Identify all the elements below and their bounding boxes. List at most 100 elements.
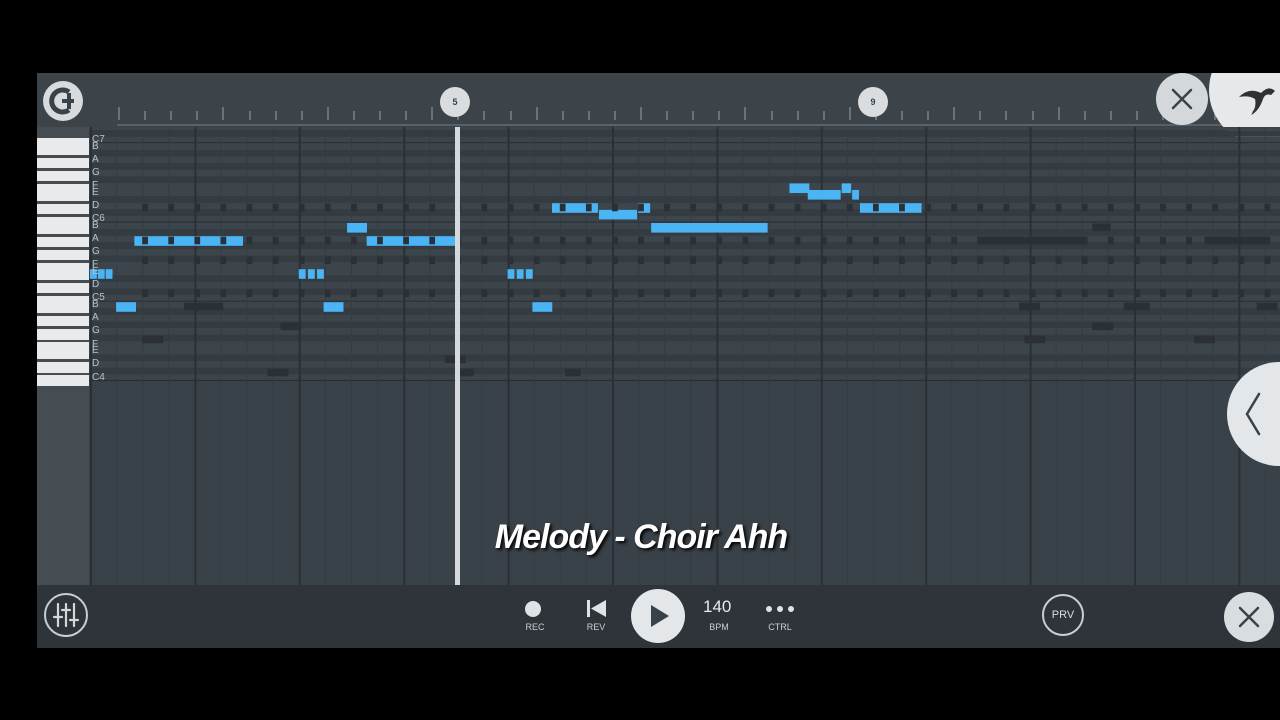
piano-key-white[interactable] [37,236,89,248]
note-9[interactable] [347,223,367,233]
piano-key-white[interactable] [37,190,89,202]
bar-line [1029,127,1032,585]
ghost-note-57 [507,236,514,245]
ghost-note-178 [142,335,164,344]
ghost-note-90 [716,256,723,265]
note-12[interactable] [516,269,524,279]
note-6[interactable] [307,269,315,279]
ghost-note-154 [1134,256,1140,265]
note-8[interactable] [323,302,344,312]
rewind-button[interactable]: REV [576,595,616,635]
timeline-ruler[interactable]: 5 9 [37,73,1280,145]
close-bottom-button[interactable] [1224,592,1274,642]
piano-key-white[interactable] [37,315,89,327]
piano-key-white[interactable] [37,375,89,386]
ghost-note-130 [977,256,984,265]
ruler-tick [1031,111,1034,120]
bar-marker-5[interactable]: 5 [440,87,470,117]
bar-marker-9[interactable]: 9 [858,87,888,117]
playhead[interactable] [455,127,460,585]
piano-key-white[interactable] [37,203,89,215]
ghost-note-138 [1029,256,1036,265]
ruler-tick [927,111,930,120]
ruler-tick [248,111,251,120]
note-2[interactable] [105,269,113,279]
note-grid[interactable]: C7 B A G F E D C6 B A G F E D C5 B A G F E D C4 [37,127,1280,585]
ghost-note-156 [1160,203,1166,212]
ghost-note-112 [873,203,879,212]
key-label: G [92,167,100,178]
note-23[interactable] [859,203,922,213]
collapse-panel-button[interactable] [1227,362,1280,466]
note-18[interactable] [651,223,768,233]
key-label: E [92,186,99,198]
ghost-note-166 [1212,256,1219,265]
mixer-button[interactable] [44,593,88,637]
piano-key-white[interactable] [37,362,89,373]
piano-key-white[interactable] [37,269,89,281]
note-19[interactable] [789,183,810,193]
note-13[interactable] [525,269,533,279]
piano-key-white[interactable] [37,302,89,314]
beat-line [899,127,901,585]
ruler-tick [274,111,277,120]
melody-caption: Melody - Choir Ahh [494,518,788,556]
note-20[interactable] [807,190,841,200]
piano-key-white[interactable] [37,144,89,155]
key-label: B [92,140,99,152]
close-icon [1171,88,1193,110]
ghost-note-80 [664,203,670,212]
ruler-tick [1109,111,1112,120]
note-22[interactable] [852,190,859,200]
grid-row [89,354,1280,362]
ghost-note-73 [612,236,618,245]
preview-button[interactable]: PRV [1042,594,1084,636]
ghost-note-94 [742,256,749,265]
beat-line [794,127,796,585]
ruler-tick [979,111,982,120]
note-21[interactable] [841,183,852,193]
beat-line [429,127,431,585]
beat-line [585,127,587,585]
piano-key-white[interactable] [37,170,89,182]
note-3[interactable] [116,302,136,312]
piano-key-white[interactable] [37,223,89,235]
ctrl-button[interactable]: CTRL [760,595,800,635]
piano-key-white[interactable] [37,348,89,360]
beat-line [220,127,222,585]
note-7[interactable] [317,269,324,279]
record-button[interactable]: REC [515,595,555,635]
piano-key-white[interactable] [37,329,89,340]
key-label: C4 [92,371,105,383]
piano-key-white[interactable] [37,249,89,261]
close-piano-roll-button[interactable] [1156,73,1208,125]
channel-logo-button[interactable] [43,81,83,121]
key-label: B [92,219,99,231]
bpm-control[interactable]: 140 BPM [699,595,743,639]
ghost-note-164 [1212,203,1219,212]
piano-key-white[interactable] [37,282,89,294]
ghost-note-76 [638,203,644,212]
piano-keyboard[interactable] [37,127,89,585]
note-16[interactable] [598,209,638,220]
ghost-note-20 [272,203,279,212]
play-button[interactable] [631,589,685,643]
note-5[interactable] [298,269,306,279]
ghost-note-134 [1003,256,1010,265]
note-14[interactable] [532,302,553,312]
ghost-note-180 [267,368,289,377]
ghost-note-65 [559,236,566,245]
ghost-note-106 [820,256,827,265]
note-4[interactable] [134,236,243,246]
ghost-note-105 [820,236,827,245]
ghost-note-118 [899,256,905,265]
ghost-note-167 [1212,289,1219,298]
octave-line [89,221,1280,223]
grid-canvas[interactable] [37,127,1280,585]
piano-key-white[interactable] [37,157,89,169]
ghost-note-187 [1019,302,1041,311]
ghost-note-62 [533,256,540,265]
ghost-note-39 [377,289,383,298]
note-11[interactable] [507,269,515,279]
ghost-note-8 [194,203,201,212]
